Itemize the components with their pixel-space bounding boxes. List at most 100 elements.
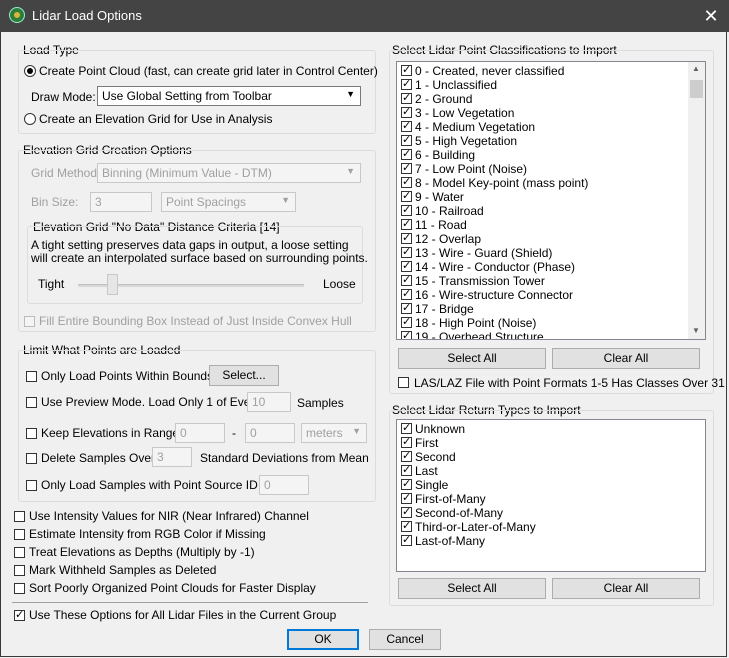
scroll-down-icon[interactable]: ▼ [692, 326, 700, 335]
scroll-thumb[interactable] [690, 80, 703, 98]
classification-item-checkbox[interactable] [401, 231, 412, 244]
nodata-slider-thumb[interactable] [107, 274, 118, 295]
classifications-list[interactable]: ▲ ▼ 0 - Created, never classified1 - Unc… [396, 61, 706, 340]
fill-bbox-checkbox[interactable] [24, 316, 35, 327]
rgb-label[interactable]: Estimate Intensity from RGB Color if Mis… [29, 527, 266, 541]
keep-elev-label[interactable]: Keep Elevations in Range: [41, 426, 182, 440]
create-grid-label[interactable]: Create an Elevation Grid for Use in Anal… [39, 112, 272, 126]
classification-item-checkbox[interactable] [401, 119, 412, 132]
fill-bbox-label[interactable]: Fill Entire Bounding Box Instead of Just… [39, 314, 352, 328]
depths-label[interactable]: Treat Elevations as Depths (Multiply by … [29, 545, 255, 559]
within-bounds-checkbox[interactable] [26, 371, 37, 382]
classification-item-checkbox[interactable] [401, 175, 412, 188]
rgb-checkbox[interactable] [14, 529, 25, 540]
return-type-item-label: First [415, 436, 439, 450]
classification-item-label: 9 - Water [415, 190, 464, 204]
classification-item-checkbox[interactable] [401, 287, 412, 300]
select-bounds-button[interactable]: Select... [209, 365, 279, 386]
classification-item-label: 15 - Transmission Tower [415, 274, 545, 288]
nir-checkbox[interactable] [14, 511, 25, 522]
classification-item-checkbox[interactable] [401, 189, 412, 202]
within-bounds-label[interactable]: Only Load Points Within Bounds [41, 369, 213, 383]
classification-item-label: 8 - Model Key-point (mass point) [415, 176, 589, 190]
elev-max-input[interactable]: 0 [245, 423, 295, 443]
preview-every-input[interactable]: 10 [247, 392, 291, 412]
return-type-item-checkbox[interactable] [401, 533, 412, 546]
draw-mode-select[interactable]: Use Global Setting from Toolbar ▼ [97, 86, 361, 106]
grid-method-select[interactable]: Binning (Minimum Value - DTM) ▼ [97, 163, 361, 183]
nir-label[interactable]: Use Intensity Values for NIR (Near Infra… [29, 509, 309, 523]
returns-clear-all-button[interactable]: Clear All [552, 578, 700, 599]
create-grid-radio[interactable] [24, 113, 36, 125]
all-files-checkbox[interactable] [14, 608, 25, 621]
return-type-item-checkbox[interactable] [401, 477, 412, 490]
classification-item-label: 14 - Wire - Conductor (Phase) [415, 260, 576, 274]
scroll-up-icon[interactable]: ▲ [692, 64, 700, 73]
preview-mode-label[interactable]: Use Preview Mode. Load Only 1 of Every [41, 395, 260, 409]
close-icon[interactable]: ✕ [700, 5, 722, 27]
source-id-input[interactable]: 0 [259, 475, 309, 495]
classification-item-checkbox[interactable] [401, 301, 412, 314]
classification-item-label: 13 - Wire - Guard (Shield) [415, 246, 553, 260]
source-id-checkbox[interactable] [26, 480, 37, 491]
return-type-item-checkbox[interactable] [401, 463, 412, 476]
return-type-item-label: Second [415, 450, 456, 464]
classification-item-checkbox[interactable] [401, 91, 412, 104]
classification-item-checkbox[interactable] [401, 133, 412, 146]
classification-item-checkbox[interactable] [401, 259, 412, 272]
return-type-item-checkbox[interactable] [401, 491, 412, 504]
source-id-label[interactable]: Only Load Samples with Point Source ID o… [41, 478, 271, 492]
sort-checkbox[interactable] [14, 583, 25, 594]
las-laz-checkbox[interactable] [398, 377, 409, 388]
bin-units-select[interactable]: Point Spacings ▼ [161, 192, 296, 212]
return-type-item-checkbox[interactable] [401, 519, 412, 532]
title-bar: Lidar Load Options ✕ [0, 0, 729, 32]
classification-item-checkbox[interactable] [401, 315, 412, 328]
classification-item-checkbox[interactable] [401, 161, 412, 174]
std-dev-input[interactable]: 3 [152, 447, 192, 467]
return-type-item-checkbox[interactable] [401, 505, 412, 518]
return-type-item-checkbox[interactable] [401, 449, 412, 462]
classification-item-label: 7 - Low Point (Noise) [415, 162, 528, 176]
returns-list[interactable]: UnknownFirstSecondLastSingleFirst-of-Man… [396, 419, 706, 572]
return-type-item-checkbox[interactable] [401, 421, 412, 434]
classification-item-checkbox[interactable] [401, 147, 412, 160]
las-laz-label[interactable]: LAS/LAZ File with Point Formats 1-5 Has … [414, 376, 725, 390]
delete-over-checkbox[interactable] [26, 453, 37, 464]
classification-item-checkbox[interactable] [401, 217, 412, 230]
elev-units-select[interactable]: meters ▼ [301, 423, 367, 443]
all-files-label[interactable]: Use These Options for All Lidar Files in… [29, 608, 336, 622]
chevron-down-icon: ▼ [346, 166, 355, 176]
bin-size-input[interactable]: 3 [90, 192, 152, 212]
return-type-item-checkbox[interactable] [401, 435, 412, 448]
classification-item-checkbox[interactable] [401, 245, 412, 258]
classification-item-checkbox[interactable] [401, 203, 412, 216]
classification-item-checkbox[interactable] [401, 63, 412, 76]
sort-label[interactable]: Sort Poorly Organized Point Clouds for F… [29, 581, 316, 595]
create-point-cloud-radio[interactable] [24, 65, 36, 77]
draw-mode-label: Draw Mode: [31, 90, 96, 104]
returns-select-all-button[interactable]: Select All [398, 578, 546, 599]
create-point-cloud-label[interactable]: Create Point Cloud (fast, can create gri… [39, 64, 378, 78]
preview-mode-checkbox[interactable] [26, 397, 37, 408]
withheld-checkbox[interactable] [14, 565, 25, 576]
classification-item-checkbox[interactable] [401, 105, 412, 118]
classification-item-label: 17 - Bridge [415, 302, 474, 316]
classifications-scrollbar[interactable]: ▲ ▼ [688, 62, 705, 339]
keep-elev-checkbox[interactable] [26, 428, 37, 439]
grid-method-value: Binning (Minimum Value - DTM) [102, 166, 272, 180]
class-clear-all-button[interactable]: Clear All [552, 348, 700, 369]
classification-item-checkbox[interactable] [401, 77, 412, 90]
withheld-label[interactable]: Mark Withheld Samples as Deleted [29, 563, 216, 577]
delete-over-label[interactable]: Delete Samples Over [41, 451, 155, 465]
elev-min-input[interactable]: 0 [175, 423, 225, 443]
classification-item-checkbox[interactable] [401, 273, 412, 286]
class-select-all-button[interactable]: Select All [398, 348, 546, 369]
app-logo-icon [9, 7, 25, 23]
depths-checkbox[interactable] [14, 547, 25, 558]
std-dev-label: Standard Deviations from Mean [200, 451, 369, 465]
ok-button[interactable]: OK [287, 629, 359, 650]
cancel-button[interactable]: Cancel [369, 629, 441, 650]
classification-item-checkbox[interactable] [401, 329, 412, 339]
return-type-item-label: First-of-Many [415, 492, 486, 506]
